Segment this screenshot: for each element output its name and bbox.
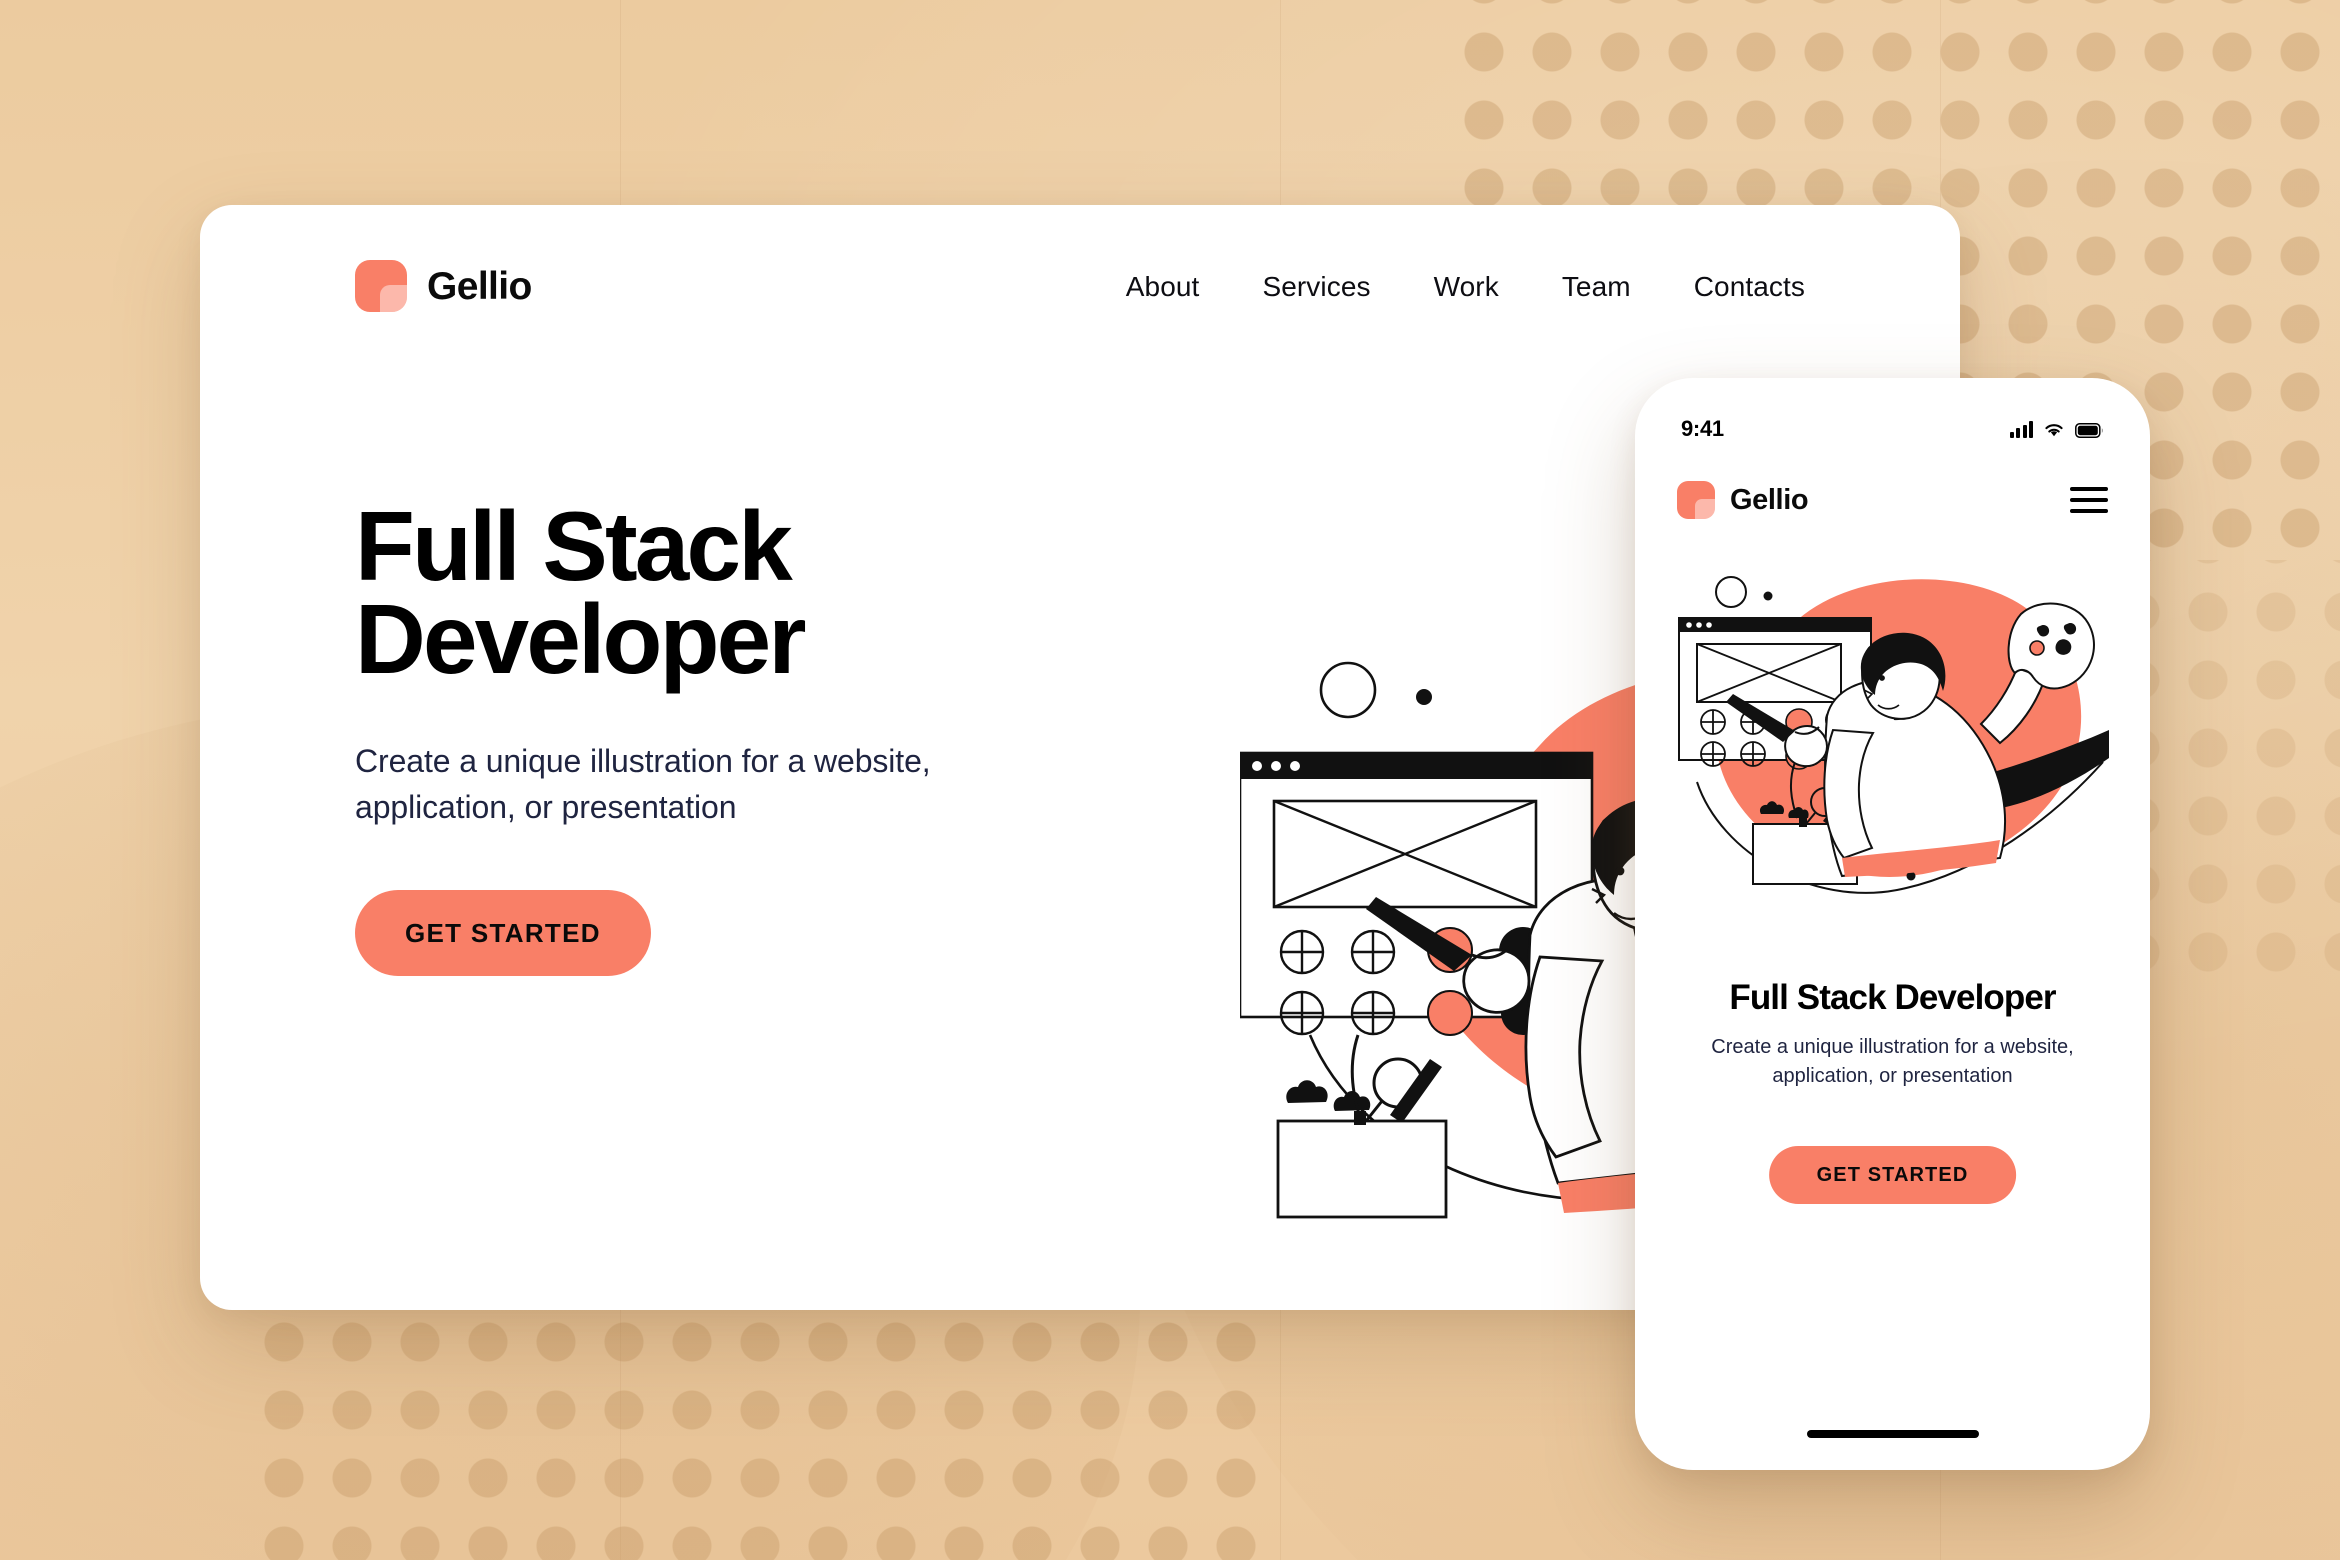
decorative-dot bbox=[1416, 689, 1432, 705]
brand-name-phone: Gellio bbox=[1730, 483, 1809, 516]
wifi-icon bbox=[2045, 423, 2063, 436]
phone-mockup-card: 9:41 Gellio Full Stack Developer Create … bbox=[1635, 378, 2150, 1470]
get-started-button-desktop[interactable]: GET STARTED bbox=[355, 890, 651, 977]
background-dot-pattern-bottom bbox=[260, 1290, 1260, 1560]
cellular-signal-icon bbox=[2009, 420, 2033, 438]
desktop-hero-title: Full Stack Developer bbox=[355, 491, 806, 695]
toolbox-with-gears bbox=[1276, 1034, 1448, 1219]
nav-item-contacts[interactable]: Contacts bbox=[1694, 271, 1805, 303]
phone-status-bar: 9:41 bbox=[1635, 408, 2150, 450]
status-bar-time: 9:41 bbox=[1681, 416, 1724, 441]
battery-icon bbox=[2075, 422, 2103, 438]
phone-hero-title: Full Stack Developer bbox=[1729, 978, 2056, 1017]
nav-item-work[interactable]: Work bbox=[1434, 271, 1499, 303]
desktop-hero-copy: Full Stack Developer Create a unique ill… bbox=[355, 491, 1095, 977]
desktop-hero-subtitle: Create a unique illustration for a websi… bbox=[355, 743, 931, 825]
decorative-circle-outline bbox=[1715, 576, 1747, 608]
desktop-navigation: About Services Work Team Contacts bbox=[1126, 271, 1805, 303]
hamburger-menu-icon[interactable] bbox=[2070, 487, 2108, 513]
brand-logo-phone[interactable]: Gellio bbox=[1677, 481, 1809, 519]
status-bar-icons bbox=[2009, 420, 2105, 438]
decorative-circle-outline bbox=[1319, 661, 1377, 719]
phone-hero-subtitle: Create a unique illustration for a websi… bbox=[1711, 1036, 2074, 1087]
brand-name-desktop: Gellio bbox=[427, 264, 532, 308]
rounded-square-logo-icon bbox=[355, 260, 407, 312]
desktop-header: Gellio About Services Work Team Contacts bbox=[200, 205, 1960, 365]
nav-item-about[interactable]: About bbox=[1126, 271, 1200, 303]
nav-item-services[interactable]: Services bbox=[1262, 271, 1370, 303]
color-swatch bbox=[1427, 990, 1473, 1036]
rounded-square-logo-icon bbox=[1677, 481, 1715, 519]
nav-item-team[interactable]: Team bbox=[1562, 271, 1631, 303]
decorative-dot bbox=[1763, 591, 1773, 601]
designer-at-browser-window-illustration-phone bbox=[1673, 566, 2113, 938]
phone-header: Gellio bbox=[1635, 470, 2150, 530]
home-indicator bbox=[1806, 1430, 1979, 1438]
brand-logo-desktop[interactable]: Gellio bbox=[355, 260, 532, 312]
get-started-button-phone[interactable]: GET STARTED bbox=[1768, 1146, 2017, 1204]
